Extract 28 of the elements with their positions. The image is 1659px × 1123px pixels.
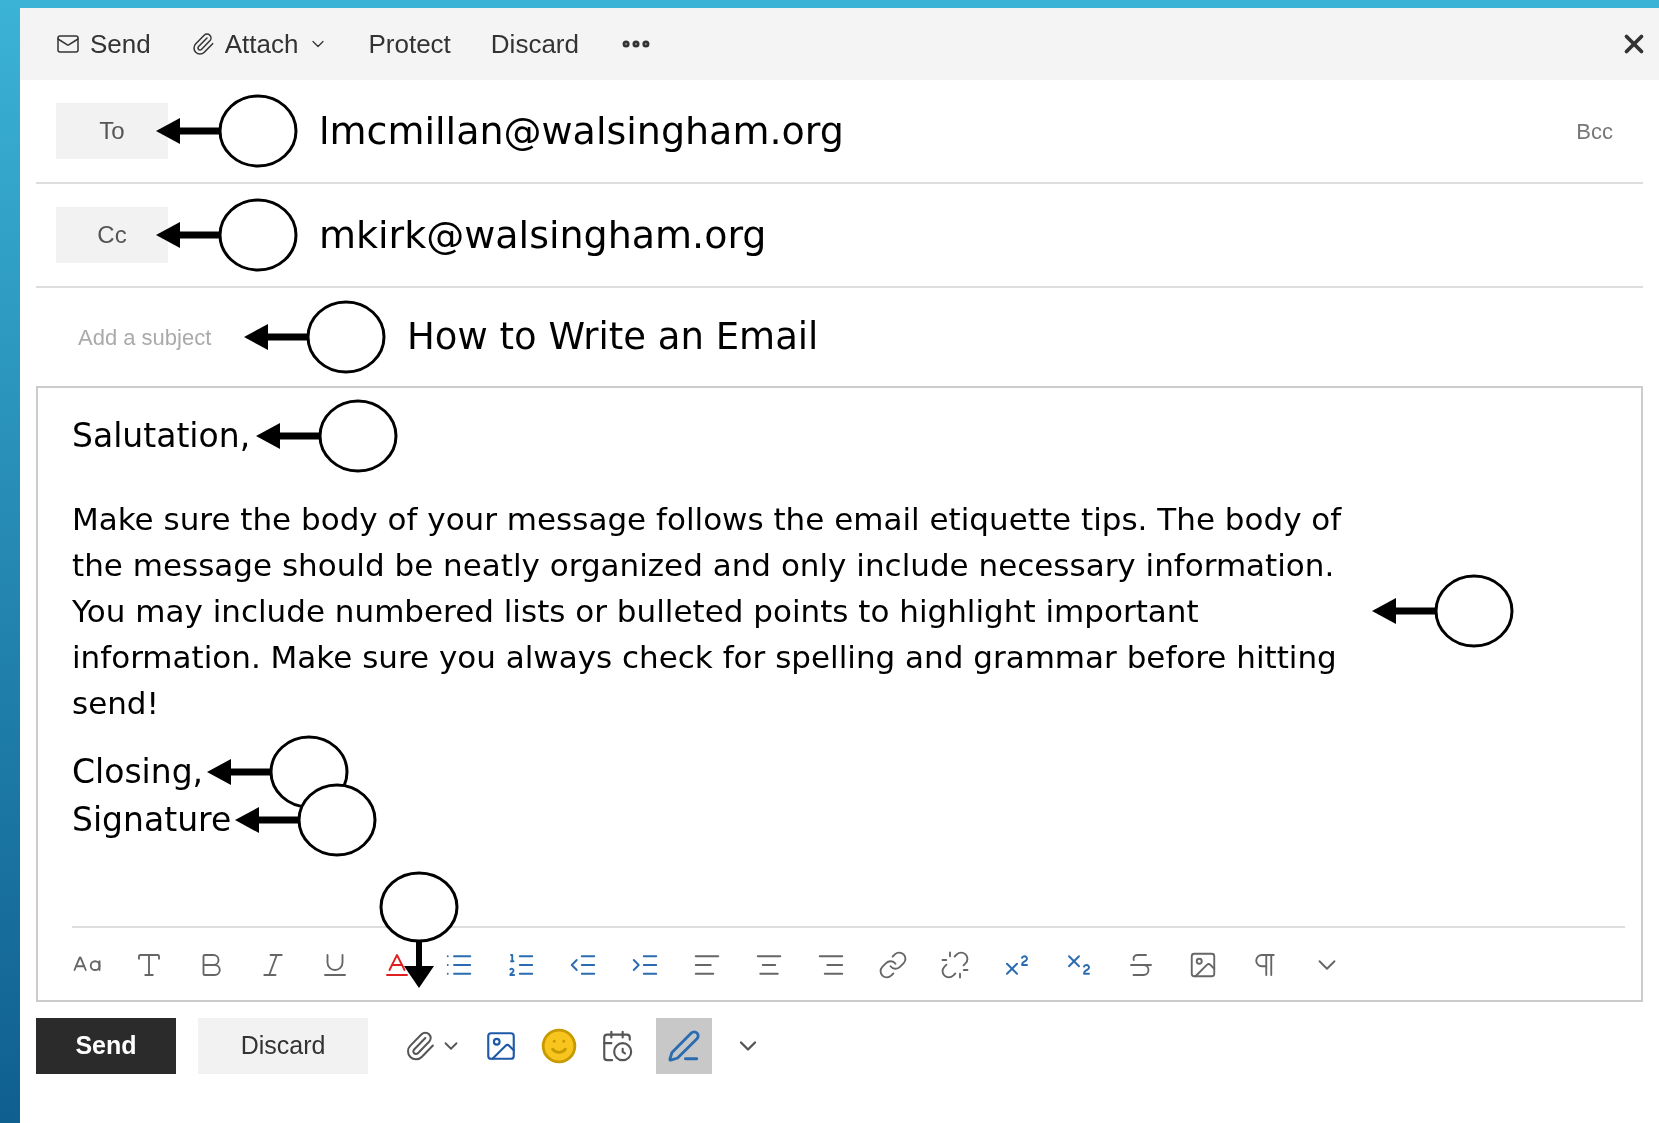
smiley-icon[interactable] — [540, 1027, 578, 1065]
discard-button[interactable]: Discard — [198, 1018, 368, 1074]
pen-icon — [667, 1029, 701, 1063]
paperclip-icon — [190, 32, 215, 56]
body-paragraph: Make sure the body of your message follows the email etiquette tips. The body of the message should be neatly organized and only include necessary information. You may include numbered lists or bulleted points to highlight important information. Make sure you always check for spelling and grammar before hitting send! — [72, 500, 1343, 723]
subject-text: How to Write an Email — [407, 314, 819, 361]
salutation-text: Salutation, — [72, 415, 251, 458]
signature-text: Signature — [72, 799, 232, 842]
image-icon[interactable] — [484, 1029, 518, 1063]
paperclip-icon[interactable] — [404, 1030, 436, 1062]
bcc-button[interactable]: Bcc — [1576, 114, 1613, 148]
recipient-button[interactable]: To — [56, 103, 168, 159]
send-button[interactable]: Send — [36, 1018, 176, 1074]
toolbar-button[interactable]: Discard — [490, 24, 579, 64]
toolbar-button[interactable]: Attach — [190, 24, 329, 64]
unlink-icon[interactable] — [940, 950, 970, 980]
subject-field[interactable]: Add a subject — [78, 320, 228, 354]
closing-text: Closing, — [72, 751, 204, 794]
toolbar-button[interactable]: Send — [56, 24, 151, 64]
toolbar-button[interactable]: Protect — [368, 24, 451, 64]
recipient-button[interactable]: Cc — [56, 207, 168, 263]
image-icon[interactable] — [1188, 950, 1218, 980]
link-icon[interactable] — [878, 950, 908, 980]
mail-icon — [56, 32, 80, 56]
calendar-clock-icon[interactable] — [600, 1029, 634, 1063]
recipient-address: mkirk@walsingham.org — [319, 211, 767, 259]
spelling-button[interactable] — [656, 1018, 712, 1074]
recipient-address: lmcmillan@walsingham.org — [319, 107, 844, 155]
